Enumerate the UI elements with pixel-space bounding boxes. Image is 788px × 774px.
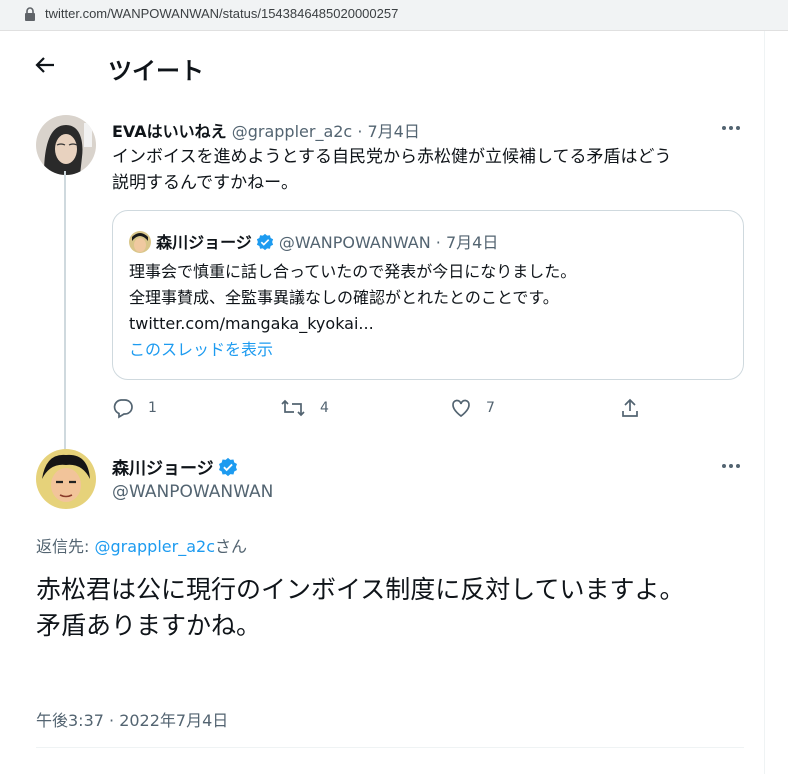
author-handle[interactable]: @grappler_a2c — [232, 122, 353, 141]
author-name[interactable]: EVAはいいねえ — [112, 122, 227, 141]
quote-tweet-card[interactable]: 森川ジョージ @WANPOWANWAN · 7月4日 理事会で慎重に話し合ってい… — [112, 210, 744, 380]
tweet-action-bar: 1 4 7 — [112, 397, 652, 421]
retweet-count: 4 — [320, 400, 329, 416]
reply-to-label: 返信先: — [36, 537, 95, 556]
main-author-name[interactable]: 森川ジョージ — [112, 459, 214, 479]
quote-link-text: twitter.com/mangaka_kyokai... — [129, 314, 374, 333]
reply-count: 1 — [148, 400, 157, 416]
main-author-name-row: 森川ジョージ — [112, 454, 238, 482]
main-author-handle[interactable]: @WANPOWANWAN — [112, 482, 273, 502]
dot-separator: · — [435, 233, 441, 252]
thread-line — [64, 171, 66, 476]
quote-header: 森川ジョージ @WANPOWANWAN · 7月4日 — [129, 229, 498, 255]
tweet-text-line: インボイスを進めようとする自民党から赤松健が立候補してる矛盾はどう — [112, 147, 672, 167]
tweet-text-line: 説明するんですかねー。 — [112, 173, 298, 193]
reply-icon — [113, 399, 133, 419]
quote-author-handle: @WANPOWANWAN — [278, 233, 431, 252]
retweet-icon — [281, 399, 305, 417]
share-button[interactable] — [619, 397, 641, 419]
reply-button[interactable]: 1 — [112, 397, 157, 419]
avatar[interactable] — [36, 115, 96, 175]
page-header: ツイート — [20, 31, 764, 101]
main-tweet-text-line: 矛盾ありますかね。 — [36, 611, 262, 640]
main-tweet-text-line: 赤松君は公に現行のインボイス制度に反対していますよ。 — [36, 575, 685, 604]
tweet-page: ツイート EVAはいいねえ @grappler_a2c · 7月4日 インボイス… — [20, 31, 765, 774]
reply-to-suffix: さん — [214, 537, 247, 556]
lock-icon — [24, 7, 36, 26]
quote-text-line: 全理事賛成、全監事異議なしの確認がとれたとのことです。 — [129, 288, 559, 307]
dot-separator: · — [357, 122, 363, 141]
parent-tweet-header: EVAはいいねえ @grappler_a2c · 7月4日 — [112, 118, 420, 142]
page-title: ツイート — [108, 57, 204, 85]
share-icon — [622, 398, 638, 417]
quote-date: 7月4日 — [445, 233, 499, 252]
quote-avatar — [129, 231, 151, 253]
main-tweet-text: 赤松君は公に現行のインボイス制度に反対していますよ。 矛盾ありますかね。 — [36, 572, 736, 644]
more-options-icon[interactable] — [720, 455, 742, 481]
reply-to-handle[interactable]: @grappler_a2c — [94, 537, 215, 556]
quote-text-line: 理事会で慎重に話し合っていたので発表が今日になりました。 — [129, 262, 577, 281]
url-text[interactable]: twitter.com/WANPOWANWAN/status/154384648… — [45, 6, 398, 21]
heart-icon — [452, 399, 470, 418]
verified-badge-icon — [256, 233, 274, 255]
browser-url-bar[interactable]: twitter.com/WANPOWANWAN/status/154384648… — [0, 0, 788, 31]
replying-to: 返信先: @grappler_a2cさん — [36, 533, 247, 557]
more-options-icon[interactable] — [720, 117, 742, 143]
retweet-button[interactable]: 4 — [280, 397, 329, 419]
tweet-timestamp[interactable]: 午後3:37 · 2022年7月4日 — [36, 707, 228, 731]
like-button[interactable]: 7 — [450, 397, 495, 419]
divider — [36, 747, 744, 748]
verified-badge-icon — [218, 457, 238, 482]
quote-author-name: 森川ジョージ — [156, 233, 252, 252]
quote-text: 理事会で慎重に話し合っていたので発表が今日になりました。 全理事賛成、全監事異議… — [129, 259, 729, 363]
main-avatar[interactable] — [36, 449, 96, 509]
show-thread-link[interactable]: このスレッドを表示 — [129, 337, 729, 363]
tweet-date[interactable]: 7月4日 — [368, 122, 420, 141]
tweet-text: インボイスを進めようとする自民党から赤松健が立候補してる矛盾はどう 説明するんで… — [112, 144, 742, 196]
like-count: 7 — [486, 400, 495, 416]
back-arrow-icon[interactable] — [34, 54, 56, 80]
